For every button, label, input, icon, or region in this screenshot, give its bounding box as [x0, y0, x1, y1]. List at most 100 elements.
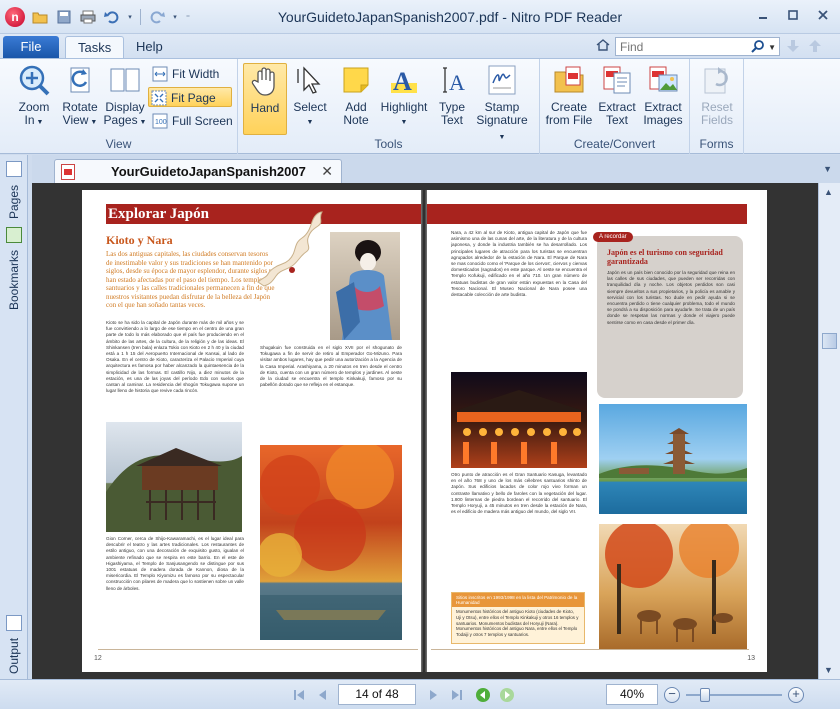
scroll-down-icon[interactable]: ▼	[824, 665, 833, 675]
undo-dropdown-icon[interactable]: ▾	[126, 7, 134, 27]
highlight-button[interactable]: A Highlight ▼	[378, 63, 430, 129]
zoom-in-icon	[19, 65, 50, 96]
scroll-up-icon[interactable]: ▲	[824, 187, 833, 197]
ribbon-tab-row: File Tasks Help ▼	[0, 34, 840, 58]
pages-panel-tab[interactable]: Pages	[4, 181, 24, 223]
info-box-title: Japón es el turismo con seguridad garant…	[607, 248, 723, 266]
nitro-logo-icon[interactable]: n	[5, 7, 25, 27]
extract-images-button[interactable]: Extract Images	[640, 63, 686, 127]
reset-fields-label: Reset Fields	[700, 100, 733, 127]
close-tab-icon[interactable]: ✕	[321, 163, 333, 180]
full-screen-button[interactable]: 100 Full Screen	[150, 111, 234, 131]
forms-group-label: Forms	[699, 137, 734, 151]
find-previous-icon[interactable]	[807, 38, 823, 57]
find-input[interactable]	[616, 38, 746, 55]
home-icon[interactable]	[596, 39, 610, 54]
intro-paragraph: Las dos antiguas capitales, las ciudades…	[106, 250, 276, 309]
zoom-in-button[interactable]: Zoom In ▼	[12, 63, 56, 129]
page-footer-line	[431, 649, 749, 650]
minimize-icon[interactable]	[752, 6, 774, 24]
tab-tasks[interactable]: Tasks	[65, 36, 125, 58]
hand-tool-button[interactable]: Hand	[243, 63, 287, 135]
kiyomizu-temple-photo	[106, 422, 242, 532]
customize-toolbar-icon[interactable]: ⁼	[183, 7, 193, 27]
window-controls	[752, 6, 834, 24]
heritage-box-text: Monumentos históricos del antiguo Kioto …	[456, 609, 579, 638]
find-options-dropdown-icon[interactable]: ▼	[768, 43, 776, 52]
svg-text:A: A	[449, 70, 465, 95]
tab-list-dropdown-icon[interactable]: ▼	[823, 164, 832, 174]
document-tab[interactable]: YourGuidetoJapanSpanish2007 ✕	[54, 159, 342, 183]
page-number-field[interactable]: 14 of 48	[338, 684, 416, 705]
file-menu-button[interactable]: File	[3, 36, 59, 58]
zoom-out-icon[interactable]: −	[664, 687, 680, 703]
safety-info-box: A recordar Japón es el turismo con segur…	[593, 232, 743, 398]
type-text-icon: A	[443, 67, 465, 95]
nara-deer-photo	[599, 524, 747, 650]
output-panel-tab[interactable]: Output	[4, 635, 24, 677]
fit-width-button[interactable]: Fit Width	[150, 64, 232, 84]
page-footer-line	[98, 649, 418, 650]
reminder-badge: A recordar	[593, 232, 633, 242]
scrollbar-thumb[interactable]	[822, 333, 837, 349]
dropdown-arrow-icon: ▼	[306, 119, 314, 126]
open-folder-icon[interactable]	[30, 7, 50, 27]
japan-map-image	[252, 208, 332, 318]
page-left: Explorar Japón Kioto y Nara Las dos anti…	[82, 190, 421, 672]
reset-fields-icon	[704, 67, 728, 94]
rotate-view-button[interactable]: Rotate View ▼	[58, 63, 102, 129]
create-convert-group-label: Create/Convert	[573, 137, 656, 151]
zoom-level-field[interactable]: 40%	[606, 684, 658, 705]
go-forward-icon[interactable]	[498, 686, 516, 704]
previous-page-icon[interactable]	[314, 686, 332, 704]
type-text-button[interactable]: A Type Text	[430, 63, 474, 127]
first-page-icon[interactable]	[290, 686, 308, 704]
redo-dropdown-icon[interactable]: ▾	[171, 7, 179, 27]
pages-panel-icon[interactable]	[6, 161, 22, 177]
bookmarks-panel-tab[interactable]: Bookmarks	[4, 247, 24, 313]
fit-page-icon	[151, 90, 167, 106]
title-bar: n ▾ ▾ ⁼ YourGuidetoJapanSpanish2007.pdf …	[0, 0, 840, 34]
select-tool-button[interactable]: Select ▼	[288, 63, 332, 129]
page-number-left: 12	[94, 655, 102, 662]
save-icon[interactable]	[54, 7, 74, 27]
highlight-icon: A	[391, 67, 417, 96]
quick-access-toolbar: ▾ ▾ ⁼	[30, 7, 193, 27]
left-column-text-lower: Otro punto de atracción es el Gran Santu…	[451, 472, 587, 515]
add-note-button[interactable]: Add Note	[334, 63, 378, 127]
close-window-icon[interactable]	[812, 6, 834, 24]
find-field[interactable]: ▼	[615, 37, 780, 56]
zoom-in-small-icon[interactable]: +	[788, 687, 804, 703]
maximize-icon[interactable]	[782, 6, 804, 24]
reset-fields-button[interactable]: Reset Fields	[694, 63, 740, 127]
last-page-icon[interactable]	[448, 686, 466, 704]
forms-group: Reset Fields Forms	[690, 59, 744, 154]
document-viewer[interactable]: Explorar Japón Kioto y Nara Las dos anti…	[32, 183, 818, 679]
heritage-box-title: Sitios inscritos en 1993/1998 en la list…	[452, 593, 584, 607]
create-from-file-button[interactable]: Create from File	[544, 63, 594, 127]
search-icon[interactable]	[751, 39, 765, 56]
pdf-file-icon	[61, 164, 75, 180]
section-heading: Kioto y Nara	[106, 233, 173, 247]
dropdown-arrow-icon: ▼	[88, 119, 98, 126]
dropdown-arrow-icon: ▼	[400, 119, 408, 126]
vertical-scrollbar[interactable]: ▲ ▼	[818, 183, 840, 679]
next-page-icon[interactable]	[424, 686, 442, 704]
display-pages-button[interactable]: Display Pages ▼	[102, 63, 148, 129]
print-icon[interactable]	[78, 7, 98, 27]
go-back-icon[interactable]	[474, 686, 492, 704]
sticky-note-icon	[343, 67, 369, 93]
redo-icon[interactable]	[147, 7, 167, 27]
output-panel-icon[interactable]	[6, 615, 22, 631]
tab-help[interactable]: Help	[124, 36, 175, 58]
tools-group: Hand Select ▼ Add Note A Highlight ▼ A Typ…	[238, 59, 540, 154]
zoom-slider-thumb[interactable]	[700, 688, 710, 702]
left-column-text: Nara, a 42 km al sur de Kioto, antigua c…	[451, 230, 587, 298]
side-panel-bar: Pages Bookmarks Output	[0, 155, 28, 683]
bookmarks-panel-icon[interactable]	[6, 227, 22, 243]
extract-text-button[interactable]: Extract Text	[594, 63, 640, 127]
stamp-signature-button[interactable]: Stamp Signature ▼	[472, 63, 532, 144]
fit-page-button[interactable]: Fit Page	[148, 87, 232, 107]
undo-icon[interactable]	[102, 7, 122, 27]
find-next-icon[interactable]	[785, 38, 801, 57]
